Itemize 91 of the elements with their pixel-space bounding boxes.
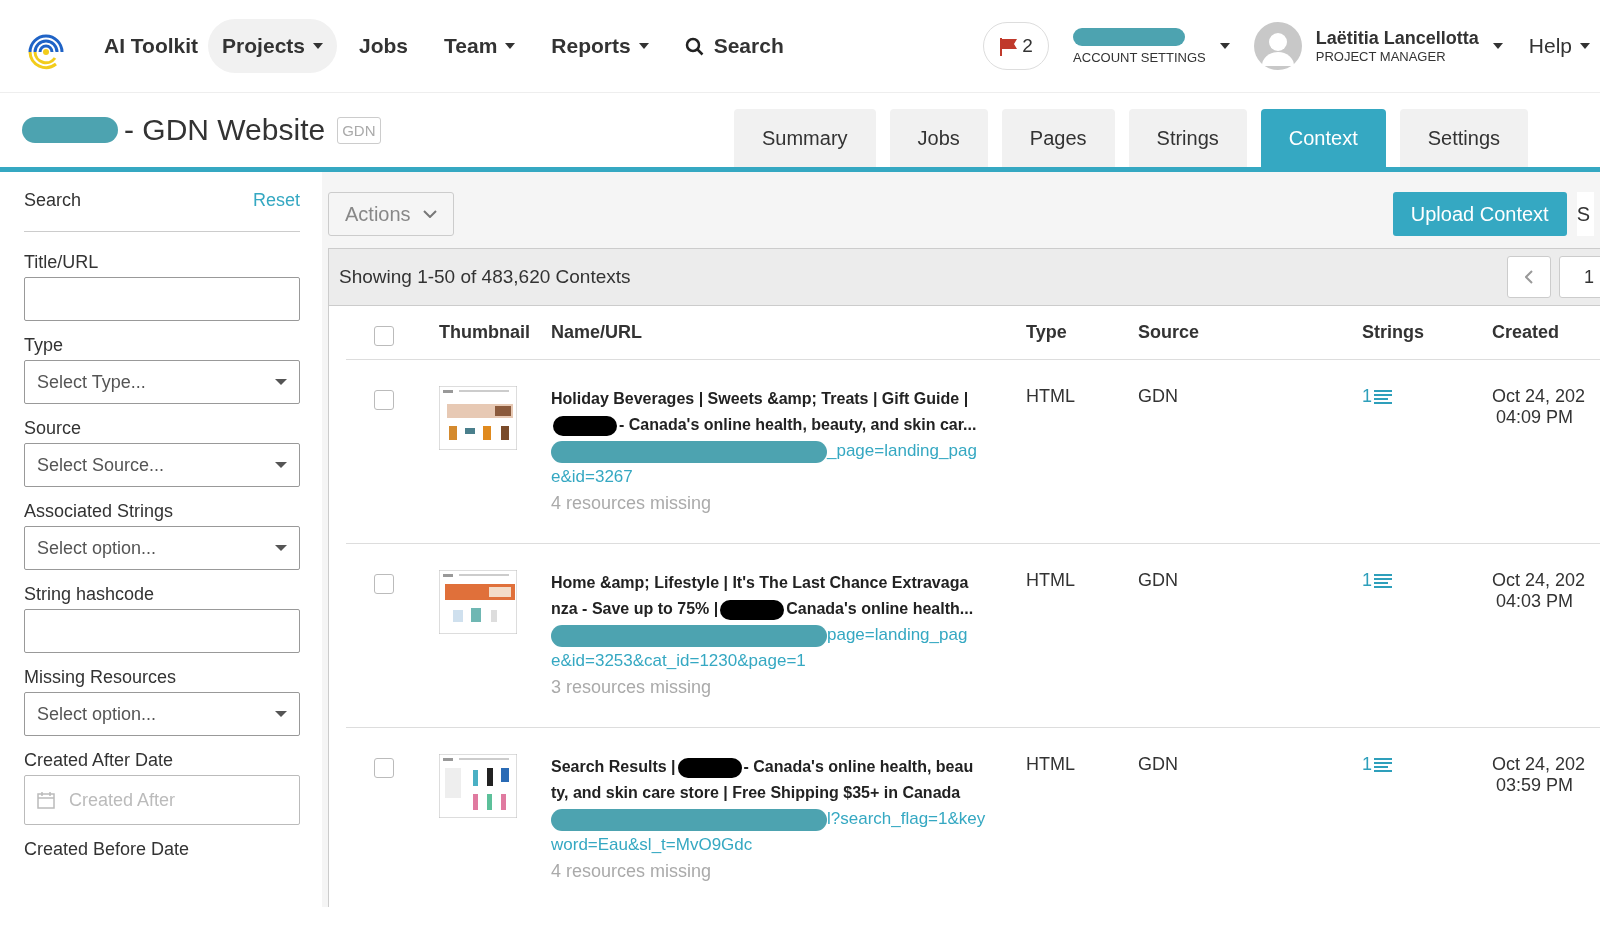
project-code-tag: GDN [337,116,381,144]
caret-icon [313,43,323,49]
caret-icon [275,711,287,717]
search-heading: Search [24,190,82,211]
created-date: Oct 24, 202 [1492,754,1586,775]
user-name[interactable]: Laëtitia Lancellotta [1315,28,1479,49]
context-title[interactable]: nza - Save up to 75% | [551,600,719,617]
tab[interactable]: Jobs [889,109,988,167]
context-title[interactable]: ty, and skin care store | Free Shipping $35+ in Canada [551,784,961,801]
project-title: - GDN Website [124,113,326,147]
tab[interactable]: Pages [1001,109,1115,167]
input-field[interactable] [24,277,300,321]
context-title[interactable]: - Canada's online health, beau [743,758,974,775]
help-menu[interactable]: Help [1520,19,1600,73]
brand-name[interactable]: AI Toolkit [104,34,199,58]
chevron-icon [422,210,437,218]
results-count: Showing 1-50 of 483,620 Contexts [339,266,631,288]
input-field[interactable] [24,609,300,653]
search-link[interactable]: Search [670,19,798,73]
tab[interactable]: Settings [1399,109,1528,167]
table-cell-text: GDN [1138,386,1179,407]
select-dropdown[interactable]: Select Type... [24,360,300,404]
column-header: Thumbnail [439,322,531,343]
missing-resources-text: 3 resources missing [551,676,713,699]
filter-label: Type [24,335,65,356]
account-settings-link[interactable]: ACCOUNT SETTINGS [1073,49,1206,65]
avatar-icon [1253,22,1302,70]
filter-label: Title/URL [24,252,100,273]
filter-label: Created After Date [24,750,175,771]
row-checkbox[interactable] [374,574,394,594]
nav-item[interactable]: Projects [208,19,337,73]
column-header: Source [1138,322,1201,343]
filter-label: Source [24,418,83,439]
select-dropdown[interactable]: Select option... [24,692,300,736]
list-icon [1374,389,1392,404]
column-header: Name/URL [551,322,644,343]
missing-resources-text: 4 resources missing [551,492,713,515]
previous-page-button[interactable] [1507,256,1551,298]
caret-icon [275,545,287,551]
context-title[interactable]: Holiday Beverages | Sweets &amp; Treats | Gift Guide | [551,390,969,407]
created-date: Oct 24, 202 [1492,570,1586,591]
select-dropdown[interactable]: Select option... [24,526,300,570]
search-icon [684,36,704,56]
filter-label: Missing Resources [24,667,178,688]
table-cell-text: HTML [1026,386,1076,407]
redaction-mark [677,757,742,778]
redaction-mark [553,415,617,436]
list-icon [1374,757,1392,772]
context-title[interactable]: Canada's online health... [786,600,974,617]
column-header: Strings [1362,322,1425,343]
created-time: 03:59 PM [1495,775,1575,796]
toolbar-button[interactable]: S [1576,192,1594,236]
context-title[interactable]: Home &amp; Lifestyle | It's The Last Chance Extravaga [551,574,969,591]
column-header: Type [1026,322,1068,343]
redaction-mark [720,599,785,620]
missing-resources-text: 4 resources missing [551,860,713,883]
tab[interactable]: Strings [1128,109,1247,167]
table-cell-text: HTML [1026,570,1076,591]
created-time: 04:03 PM [1495,591,1575,612]
page-number-field[interactable]: 1 [1559,256,1600,298]
caret-icon [1219,43,1230,49]
row-checkbox[interactable] [374,390,394,410]
tab[interactable]: Summary [734,109,876,167]
caret-icon [1580,43,1590,49]
nav-item[interactable]: Reports [537,19,663,73]
filter-label: Created Before Date [24,839,191,860]
caret-icon [275,462,287,468]
filter-label: Associated Strings [24,501,175,522]
nav-item[interactable]: Jobs [345,19,422,73]
user-role: PROJECT MANAGER [1315,49,1447,64]
calendar-icon [37,791,55,809]
column-header: Created [1492,322,1560,343]
created-time: 04:09 PM [1495,407,1575,428]
caret-icon [275,379,287,385]
table-cell-text: GDN [1138,754,1179,775]
created-date: Oct 24, 202 [1492,386,1586,407]
chevron-left-icon [1525,270,1533,284]
row-checkbox[interactable] [374,758,394,778]
caret-icon [505,43,516,49]
caret-icon [1492,43,1503,49]
list-icon [1374,573,1392,588]
select-all-checkbox[interactable] [374,326,394,346]
nav-item[interactable]: Team [430,19,530,73]
context-title[interactable]: - Canada's online health, beauty, and skin car... [619,416,977,433]
flag-icon [999,36,1019,56]
select-dropdown[interactable]: Select Source... [24,443,300,487]
caret-icon [638,43,649,49]
context-title[interactable]: Search Results | [551,758,676,775]
table-cell-text: GDN [1138,570,1179,591]
filter-label: String hashcode [24,584,156,605]
table-cell-text: HTML [1026,754,1076,775]
